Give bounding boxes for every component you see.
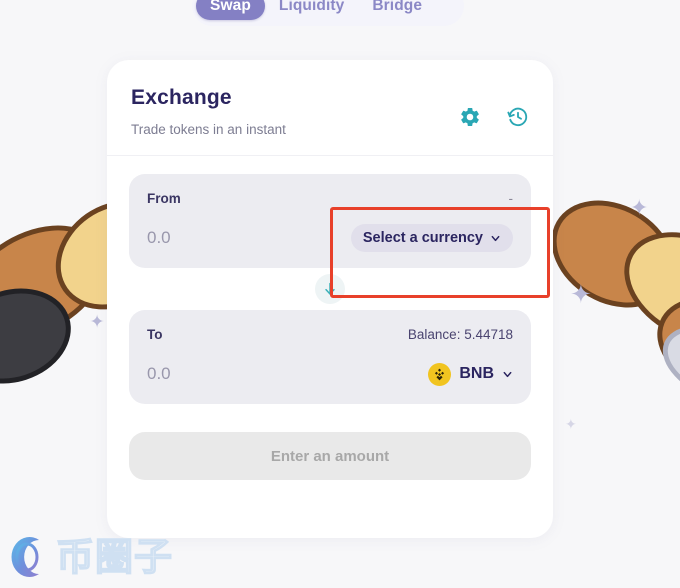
- enter-amount-button[interactable]: Enter an amount: [129, 432, 531, 480]
- tab-swap[interactable]: Swap: [196, 0, 265, 20]
- sparkle-icon: ✦: [570, 280, 592, 310]
- watermark-text: 币圈子: [55, 535, 174, 579]
- select-a-currency-button[interactable]: Select a currency: [350, 224, 513, 252]
- tab-liquidity[interactable]: Liquidity: [265, 0, 358, 20]
- arrow-down-icon: [325, 282, 335, 295]
- sparkle-icon: ✦: [85, 313, 107, 329]
- to-balance: Balance: 5.44718: [407, 326, 513, 342]
- to-currency-button[interactable]: BNB: [428, 362, 513, 386]
- to-panel: To Balance: 5.44718 0.0 BNB: [129, 310, 531, 404]
- gear-icon[interactable]: [459, 106, 481, 128]
- to-currency-label: BNB: [459, 365, 494, 382]
- card-body: From - 0.0 Select a currency To Balance:…: [107, 156, 553, 480]
- to-label: To: [147, 326, 163, 342]
- bunny-ear-decor: [651, 310, 680, 420]
- bunny-ear-decor: [642, 279, 680, 413]
- sparkle-icon: ✦: [565, 417, 577, 433]
- from-label: From: [147, 190, 181, 206]
- swap-direction-button[interactable]: [315, 274, 345, 304]
- swap-arrow-container: [129, 268, 531, 310]
- to-amount-input[interactable]: 0.0: [147, 364, 171, 384]
- select-a-currency-label: Select a currency: [362, 230, 483, 246]
- swirl-logo-icon: [11, 537, 39, 577]
- tab-bridge[interactable]: Bridge: [358, 0, 436, 20]
- from-panel-top-row: From -: [147, 188, 513, 208]
- bunny-ear-decor: [0, 202, 125, 362]
- bnb-logo-icon: [428, 362, 452, 386]
- from-amount-input[interactable]: 0.0: [147, 228, 171, 248]
- card-header: Exchange Trade tokens in an instant: [107, 60, 553, 156]
- from-panel: From - 0.0 Select a currency: [129, 174, 531, 268]
- to-panel-top-row: To Balance: 5.44718: [147, 324, 513, 344]
- bunny-ear-decor: [605, 209, 680, 367]
- chevron-down-icon: [491, 235, 500, 241]
- to-panel-bottom-row: 0.0 BNB: [147, 360, 513, 388]
- exchange-card: Exchange Trade tokens in an instant From…: [107, 60, 553, 538]
- chevron-down-icon: [503, 371, 512, 377]
- bunny-ear-decor: [532, 179, 680, 329]
- watermark: 币圈子: [6, 530, 173, 584]
- header-icon-group: [459, 106, 529, 128]
- bunny-ear-decor: [0, 273, 84, 399]
- from-panel-bottom-row: 0.0 Select a currency: [147, 224, 513, 252]
- from-balance: -: [508, 190, 514, 206]
- main-nav-tabs: Swap Liquidity Bridge: [192, 0, 464, 26]
- history-icon[interactable]: [507, 106, 529, 128]
- sparkle-icon: ✦: [630, 196, 649, 221]
